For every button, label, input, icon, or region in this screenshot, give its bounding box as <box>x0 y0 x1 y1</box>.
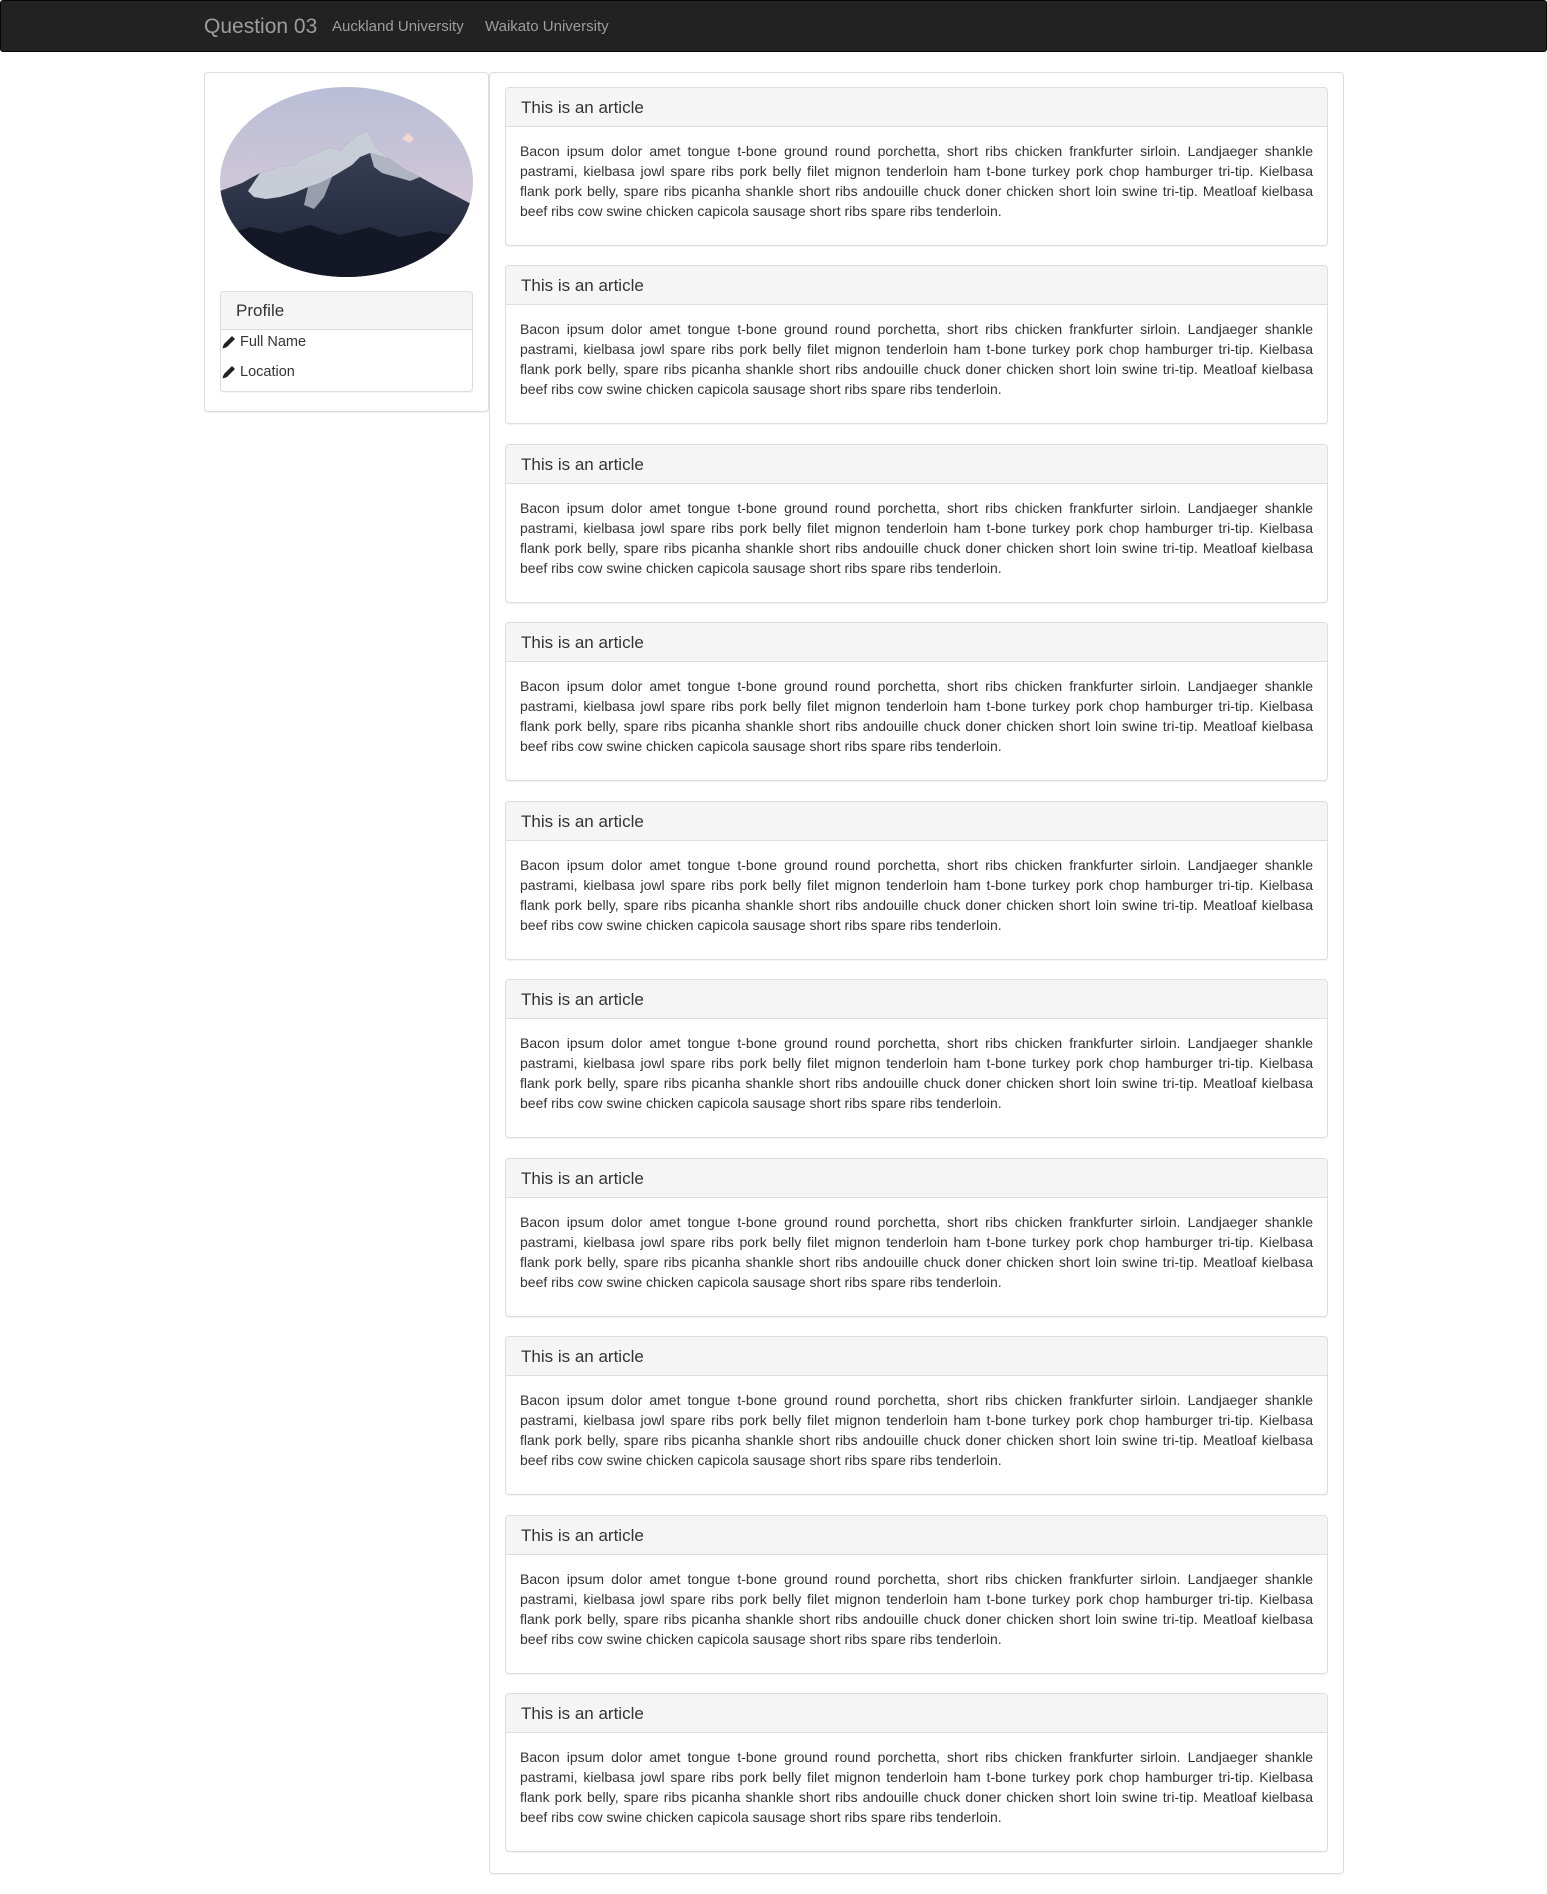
article-title: This is an article <box>506 980 1327 1019</box>
article-body: Bacon ipsum dolor amet tongue t-bone gro… <box>520 1749 1313 1825</box>
profile-panel: Profile Full Name Location <box>220 291 473 392</box>
articles-container: This is an article Bacon ipsum dolor ame… <box>489 72 1344 1874</box>
article-title: This is an article <box>506 1337 1327 1376</box>
article-panel: This is an article Bacon ipsum dolor ame… <box>505 1693 1328 1852</box>
article-body: Bacon ipsum dolor amet tongue t-bone gro… <box>520 1214 1313 1290</box>
article-body: Bacon ipsum dolor amet tongue t-bone gro… <box>520 678 1313 754</box>
article-title: This is an article <box>506 802 1327 841</box>
article-panel: This is an article Bacon ipsum dolor ame… <box>505 1336 1328 1495</box>
profile-item-label: Location <box>240 364 295 380</box>
article-panel: This is an article Bacon ipsum dolor ame… <box>505 801 1328 960</box>
article-panel: This is an article Bacon ipsum dolor ame… <box>505 622 1328 781</box>
article-panel: This is an article Bacon ipsum dolor ame… <box>505 979 1328 1138</box>
sidebar-panel: Profile Full Name Location <box>204 72 489 412</box>
profile-item-label: Full Name <box>240 334 307 350</box>
article-title: This is an article <box>506 623 1327 662</box>
top-navbar: Question 03 Auckland University Waikato … <box>0 0 1547 52</box>
article-panel: This is an article Bacon ipsum dolor ame… <box>505 444 1328 603</box>
article-body: Bacon ipsum dolor amet tongue t-bone gro… <box>520 1392 1313 1468</box>
article-title: This is an article <box>506 1694 1327 1733</box>
article-body: Bacon ipsum dolor amet tongue t-bone gro… <box>520 857 1313 933</box>
article-body: Bacon ipsum dolor amet tongue t-bone gro… <box>520 1035 1313 1111</box>
article-panel: This is an article Bacon ipsum dolor ame… <box>505 87 1328 246</box>
profile-photo <box>220 87 473 277</box>
nav-link-waikato-university[interactable]: Waikato University <box>485 1 609 53</box>
article-body: Bacon ipsum dolor amet tongue t-bone gro… <box>520 1571 1313 1647</box>
article-panel: This is an article Bacon ipsum dolor ame… <box>505 1515 1328 1674</box>
article-title: This is an article <box>506 445 1327 484</box>
article-panel: This is an article Bacon ipsum dolor ame… <box>505 1158 1328 1317</box>
navbar-brand[interactable]: Question 03 <box>204 1 317 53</box>
profile-item-location[interactable]: Location <box>221 361 472 391</box>
article-title: This is an article <box>506 88 1327 127</box>
article-title: This is an article <box>506 1159 1327 1198</box>
article-body: Bacon ipsum dolor amet tongue t-bone gro… <box>520 500 1313 576</box>
nav-link-auckland-university[interactable]: Auckland University <box>332 1 464 53</box>
profile-item-full-name[interactable]: Full Name <box>221 331 472 361</box>
pencil-icon <box>222 336 235 349</box>
article-body: Bacon ipsum dolor amet tongue t-bone gro… <box>520 321 1313 397</box>
pencil-icon <box>222 366 235 379</box>
article-body: Bacon ipsum dolor amet tongue t-bone gro… <box>520 143 1313 219</box>
profile-heading: Profile <box>221 292 472 330</box>
article-title: This is an article <box>506 266 1327 305</box>
article-title: This is an article <box>506 1516 1327 1555</box>
article-panel: This is an article Bacon ipsum dolor ame… <box>505 265 1328 424</box>
